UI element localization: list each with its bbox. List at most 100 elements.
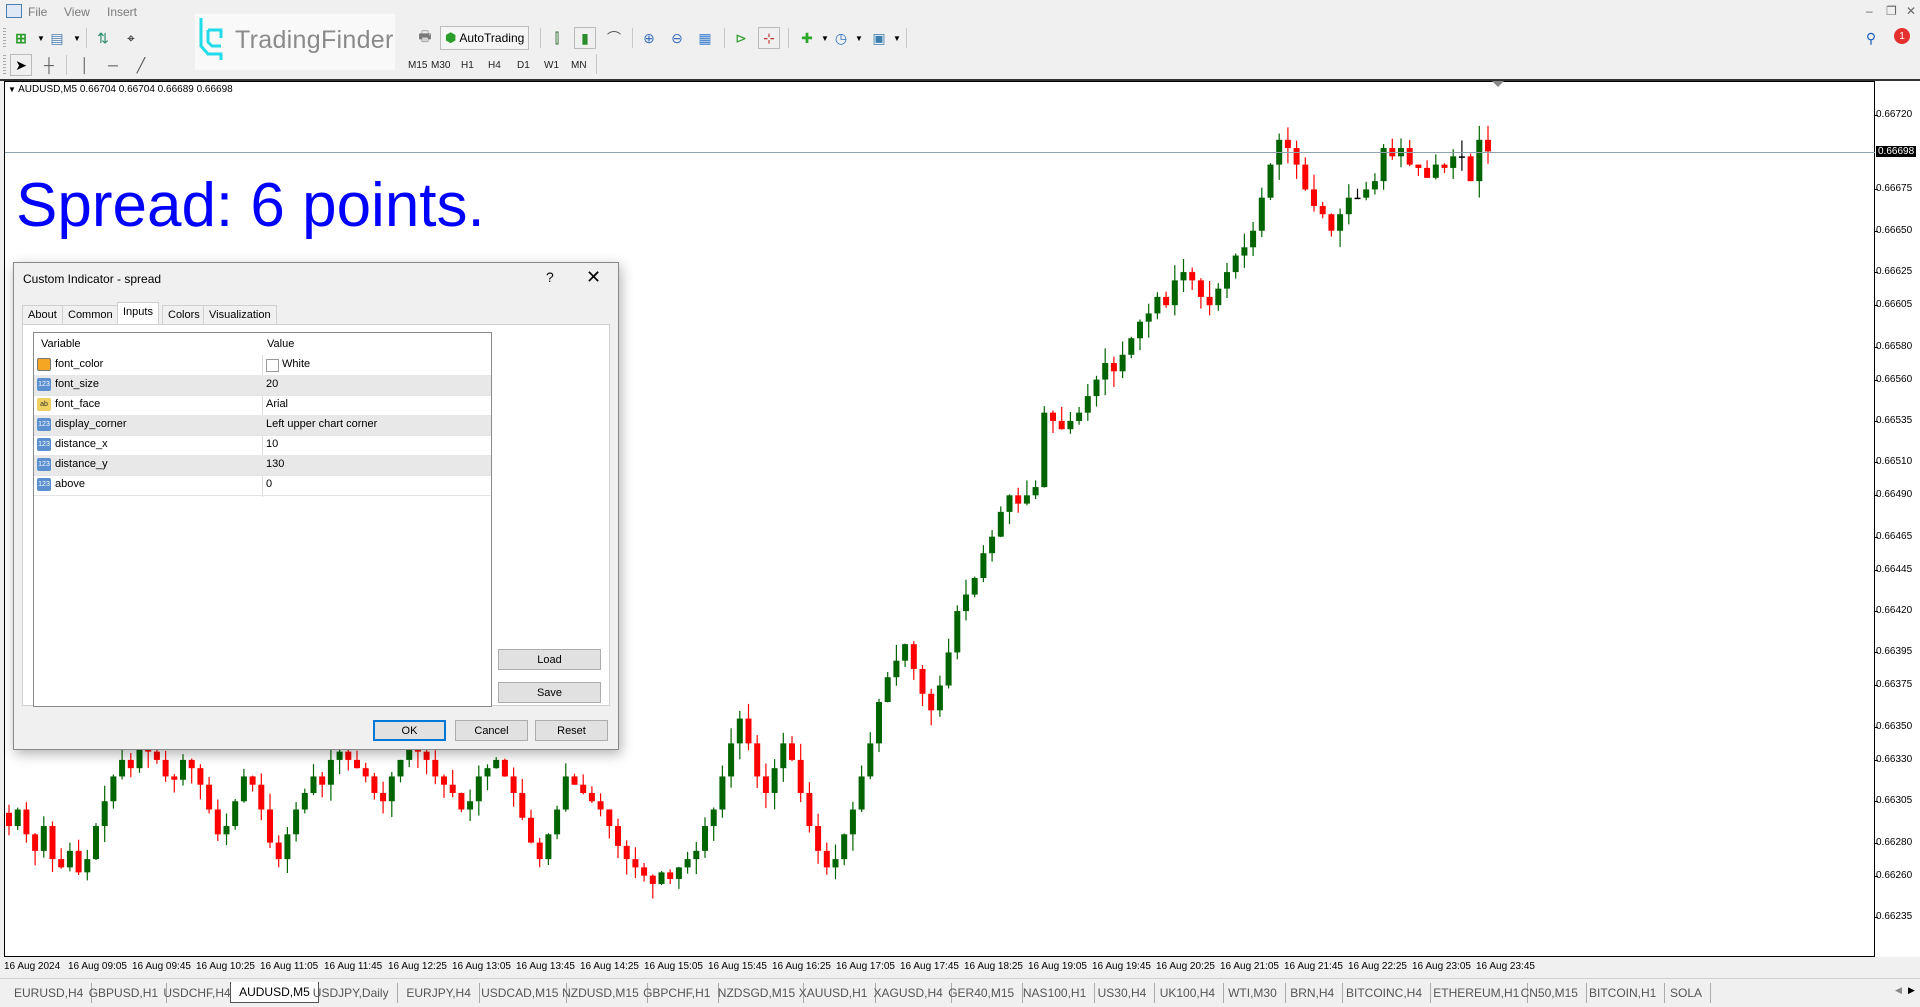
print-icon[interactable]: 🖶 xyxy=(414,27,436,49)
profiles-icon[interactable]: ▤ xyxy=(46,27,68,49)
input-value[interactable]: 0 xyxy=(266,478,272,490)
save-button[interactable]: Save xyxy=(498,682,601,703)
timeframe-h1[interactable]: H1 xyxy=(461,60,474,71)
input-value[interactable]: Arial xyxy=(266,398,288,410)
input-row[interactable]: 123 distance_y 130 xyxy=(34,455,491,476)
color-swatch[interactable] xyxy=(266,359,279,372)
candle-body xyxy=(649,875,656,884)
candle-body xyxy=(388,776,395,802)
cancel-button[interactable]: Cancel xyxy=(455,720,528,741)
symbol-tab[interactable]: WTI,M30 xyxy=(1220,983,1286,1003)
dialog-close-button[interactable]: ✕ xyxy=(586,267,601,288)
input-row[interactable]: 123 above 0 xyxy=(34,475,491,496)
menu-view[interactable]: View xyxy=(64,5,90,19)
zoom-out-icon[interactable]: ⊖ xyxy=(666,27,688,49)
symbol-tab[interactable]: BITCOINC,H4 xyxy=(1338,983,1432,1003)
vertical-line-icon[interactable]: │ xyxy=(74,54,96,76)
candle-body xyxy=(1206,296,1213,306)
tile-windows-icon[interactable]: ▦ xyxy=(694,27,716,49)
timeframe-d1[interactable]: D1 xyxy=(517,60,530,71)
autoscroll-icon[interactable]: ⊹ xyxy=(758,27,780,49)
input-value[interactable]: White xyxy=(282,358,310,370)
close-window-button[interactable]: ✕ xyxy=(1906,4,1916,18)
menu-file[interactable]: File xyxy=(28,5,47,19)
ok-button[interactable]: OK xyxy=(373,720,446,741)
symbol-tab[interactable]: GBPUSD,H1 xyxy=(81,983,168,1003)
input-value[interactable]: 10 xyxy=(266,438,278,450)
horizontal-line-icon[interactable]: ─ xyxy=(102,54,124,76)
column-value[interactable]: Value xyxy=(267,338,294,350)
time-tick-label: 16 Aug 11:45 xyxy=(324,961,383,972)
timeframe-m15[interactable]: M15 xyxy=(408,60,427,71)
symbol-tab[interactable]: NZDUSD,M15 xyxy=(554,983,648,1003)
search-icon[interactable]: ⚲ xyxy=(1860,27,1882,49)
price-scale[interactable] xyxy=(1875,81,1920,957)
symbol-tab[interactable]: USDCHF,H4 xyxy=(155,983,240,1003)
input-row[interactable]: 123 distance_x 10 xyxy=(34,435,491,456)
symbol-tab[interactable]: XAUUSD,H1 xyxy=(791,983,877,1003)
tabs-scroll-right-icon[interactable]: ▶ xyxy=(1908,985,1915,996)
symbol-tab[interactable]: BRN,H4 xyxy=(1282,983,1344,1003)
candle-body xyxy=(1354,197,1361,200)
input-value[interactable]: 20 xyxy=(266,378,278,390)
zoom-in-icon[interactable]: ⊕ xyxy=(638,27,660,49)
cursor-arrow-icon[interactable]: ➤ xyxy=(10,54,32,76)
tab-inputs[interactable]: Inputs xyxy=(117,302,159,324)
tab-common[interactable]: Common xyxy=(62,305,119,325)
symbol-tab[interactable]: GER40,M15 xyxy=(940,983,1024,1003)
symbol-tab[interactable]: CN50,M15 xyxy=(1513,983,1587,1003)
symbol-tab[interactable]: SOLA xyxy=(1662,983,1712,1003)
symbol-tab[interactable]: NAS100,H1 xyxy=(1015,983,1096,1003)
candle-body xyxy=(327,759,334,785)
symbol-tab[interactable]: XAGUSD,H4 xyxy=(866,983,952,1003)
symbol-tab[interactable]: EURUSD,H4 xyxy=(6,983,93,1003)
symbol-tab[interactable]: US30,H4 xyxy=(1090,983,1156,1003)
input-value[interactable]: Left upper chart corner xyxy=(266,418,377,430)
symbol-tab[interactable]: EURJPY,H4 xyxy=(398,983,480,1003)
candlestick-chart-icon[interactable]: ▮ xyxy=(574,27,596,49)
input-row[interactable]: font_color White xyxy=(34,355,491,376)
candle-body xyxy=(162,759,169,777)
input-row[interactable]: 123 display_corner Left upper chart corner xyxy=(34,415,491,436)
input-row[interactable]: ab font_face Arial xyxy=(34,395,491,416)
market-watch-icon[interactable]: ⇅ xyxy=(92,27,114,49)
timeframe-mn[interactable]: MN xyxy=(571,60,587,71)
symbol-tab[interactable]: GBPCHF,H1 xyxy=(635,983,720,1003)
load-button[interactable]: Load xyxy=(498,649,601,670)
dropdown-arrow-icon[interactable]: ▼ xyxy=(848,27,870,49)
bar-chart-icon[interactable]: ⫿ xyxy=(546,27,568,49)
symbol-tab[interactable]: UK100,H4 xyxy=(1152,983,1225,1003)
reset-button[interactable]: Reset xyxy=(535,720,608,741)
timeframe-h4[interactable]: H4 xyxy=(488,60,501,71)
dropdown-arrow-icon[interactable]: ▼ xyxy=(66,27,88,49)
minimize-button[interactable]: – xyxy=(1866,4,1873,18)
input-row[interactable]: 123 font_size 20 xyxy=(34,375,491,396)
autotrading-button[interactable]: ⬢ AutoTrading xyxy=(440,26,530,50)
menu-insert[interactable]: Insert xyxy=(107,5,137,19)
input-value[interactable]: 130 xyxy=(266,458,284,470)
tab-about[interactable]: About xyxy=(22,305,63,325)
tabs-scroll-left-icon[interactable]: ◀ xyxy=(1895,985,1902,996)
restore-button[interactable]: ❐ xyxy=(1886,4,1897,18)
dropdown-arrow-icon[interactable]: ▼ xyxy=(886,27,908,49)
new-chart-icon[interactable]: ⊞ xyxy=(10,27,32,49)
candle-body xyxy=(397,759,404,777)
line-chart-icon[interactable]: ⌒ xyxy=(603,27,625,49)
toolbar-grip[interactable] xyxy=(3,28,6,48)
candle-body xyxy=(989,536,996,554)
timeframe-m30[interactable]: M30 xyxy=(431,60,450,71)
tab-visualization[interactable]: Visualization xyxy=(203,305,277,325)
candle-body xyxy=(423,751,430,760)
chart-shift-icon[interactable]: ⊳ xyxy=(730,27,752,49)
collapse-triangle-icon[interactable]: ▼ xyxy=(8,85,18,94)
symbol-tab[interactable]: USDJPY,Daily xyxy=(305,983,398,1003)
crosshair-nav-icon[interactable]: ⌖ xyxy=(120,27,142,49)
timeframe-w1[interactable]: W1 xyxy=(544,60,559,71)
notifications-icon[interactable]: 1 xyxy=(1890,26,1912,48)
column-variable[interactable]: Variable xyxy=(41,338,81,350)
tab-colors[interactable]: Colors xyxy=(162,305,206,325)
crosshair-icon[interactable]: ┼ xyxy=(38,54,60,76)
symbol-tab[interactable]: BITCOIN,H1 xyxy=(1581,983,1666,1003)
help-button[interactable]: ? xyxy=(546,269,554,285)
trendline-icon[interactable]: ╱ xyxy=(130,54,152,76)
